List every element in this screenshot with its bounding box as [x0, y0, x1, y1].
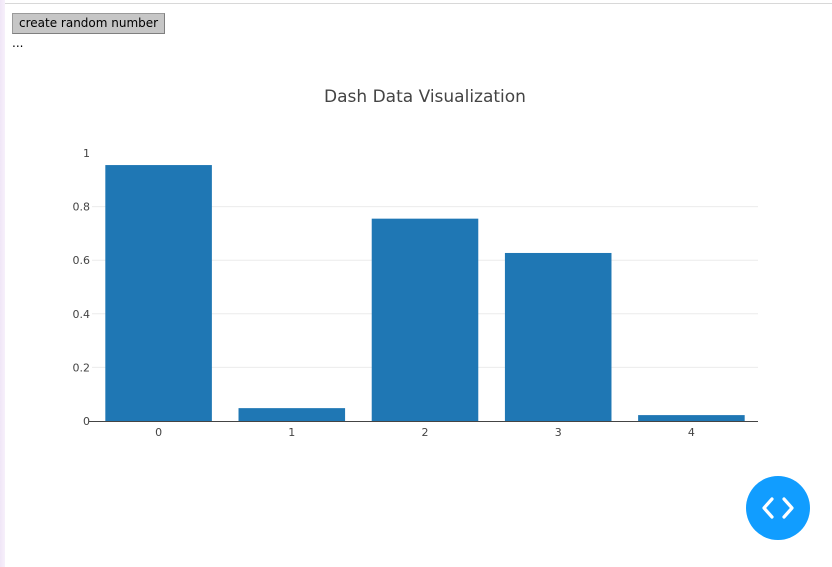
y-tick-label: 0.2: [73, 361, 91, 374]
x-tick-label: 3: [555, 426, 562, 439]
y-tick-label: 1: [83, 147, 90, 160]
bar[interactable]: [238, 408, 346, 421]
bar[interactable]: [638, 415, 745, 421]
bar[interactable]: [105, 165, 212, 421]
y-tick-label: 0.8: [73, 201, 91, 214]
chart-title: Dash Data Visualization: [324, 87, 526, 107]
x-tick-label: 0: [155, 426, 162, 439]
y-tick-label: 0.4: [73, 308, 91, 321]
x-tick-label: 2: [422, 426, 429, 439]
x-tick-label: 4: [688, 426, 695, 439]
code-brackets-icon: [762, 497, 794, 519]
y-tick-label: 0.6: [73, 254, 91, 267]
x-tick-label: 1: [288, 426, 295, 439]
y-tick-label: 0: [83, 415, 90, 428]
bar-chart: Dash Data Visualization 0 0.2 0.4 0.6 0.8 1 0 1…: [73, 87, 758, 439]
dev-tools-button[interactable]: [746, 476, 810, 540]
bar[interactable]: [504, 252, 612, 421]
bar[interactable]: [371, 218, 479, 421]
